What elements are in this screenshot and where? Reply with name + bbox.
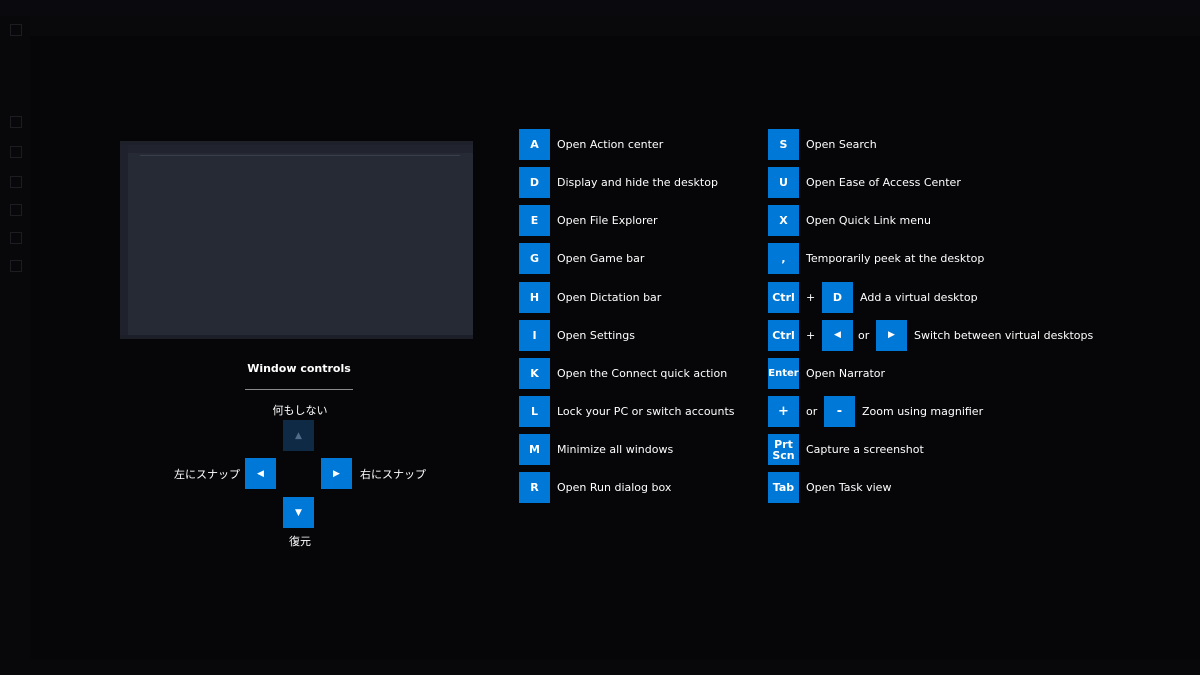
shortcut-label: Minimize all windows xyxy=(557,443,674,456)
background-status-bar xyxy=(0,659,1200,675)
key-u: U xyxy=(768,167,799,198)
triangle-right-icon: ▶ xyxy=(333,468,340,479)
shortcut-label: Open Task view xyxy=(806,481,892,494)
preview-status-bar xyxy=(120,335,473,339)
triangle-up-icon: ▲ xyxy=(295,430,302,441)
snap-left-label: 左にスナップ xyxy=(174,468,240,481)
or-operator: or xyxy=(806,405,818,418)
key-enter: Enter xyxy=(768,358,799,389)
background-account-icon xyxy=(10,260,22,272)
key-print-screen-line2: Scn xyxy=(772,448,795,462)
or-operator: or xyxy=(858,329,870,342)
background-testing-icon xyxy=(10,232,22,244)
shortcut-label: Open Game bar xyxy=(557,252,645,265)
background-remote-icon xyxy=(10,204,22,216)
background-extensions-icon xyxy=(10,176,22,188)
shortcut-label: Open Ease of Access Center xyxy=(806,176,961,189)
key-g: G xyxy=(519,243,550,274)
key-x: X xyxy=(768,205,799,236)
shortcut-label: Capture a screenshot xyxy=(806,443,924,456)
background-files-icon xyxy=(10,24,22,36)
plus-operator: + xyxy=(806,329,816,342)
triangle-down-icon: ▼ xyxy=(295,507,302,518)
restore-down-button[interactable]: ▼ xyxy=(283,497,314,528)
key-h: H xyxy=(519,282,550,313)
key-tab: Tab xyxy=(768,472,799,503)
key-i: I xyxy=(519,320,550,351)
window-controls-divider xyxy=(245,389,353,390)
key-a: A xyxy=(519,129,550,160)
background-title-bar xyxy=(0,0,1200,16)
restore-label: 復元 xyxy=(289,535,311,548)
shortcut-label: Open Settings xyxy=(557,329,635,342)
key-ctrl: Ctrl xyxy=(768,282,799,313)
snap-right-button[interactable]: ▶ xyxy=(321,458,352,489)
plus-operator: + xyxy=(806,291,816,304)
snap-up-button[interactable]: ▲ xyxy=(283,420,314,451)
key-d: D xyxy=(519,167,550,198)
key-print-screen: Prt Scn xyxy=(768,434,799,465)
shortcut-label: Lock your PC or switch accounts xyxy=(557,405,735,418)
shortcut-label: Open Action center xyxy=(557,138,664,151)
snap-left-button[interactable]: ◀ xyxy=(245,458,276,489)
key-e: E xyxy=(519,205,550,236)
triangle-right-icon: ▶ xyxy=(888,330,895,340)
background-tab-bar xyxy=(30,16,1200,36)
background-search-icon xyxy=(10,116,22,128)
key-ctrl: Ctrl xyxy=(768,320,799,351)
shortcut-label: Add a virtual desktop xyxy=(860,291,978,304)
shortcut-label: Open File Explorer xyxy=(557,214,658,227)
triangle-left-icon: ◀ xyxy=(257,468,264,479)
shortcut-label: Open Narrator xyxy=(806,367,886,380)
preview-editor-line xyxy=(140,155,460,156)
key-comma: , xyxy=(768,243,799,274)
shortcut-label: Open the Connect quick action xyxy=(557,367,728,380)
key-l: L xyxy=(519,396,550,427)
snap-up-label: 何もしない xyxy=(272,404,328,417)
preview-tab-bar xyxy=(128,145,473,153)
key-right-arrow: ▶ xyxy=(876,320,907,351)
key-plus: + xyxy=(768,396,799,427)
shortcut-label: Zoom using magnifier xyxy=(862,405,984,418)
background-activity-bar xyxy=(0,16,30,659)
shortcut-label: Open Quick Link menu xyxy=(806,214,931,227)
background-source-control-icon xyxy=(10,146,22,158)
key-d: D xyxy=(822,282,853,313)
snap-right-label: 右にスナップ xyxy=(360,468,426,481)
window-preview-thumbnail xyxy=(120,141,473,339)
key-s: S xyxy=(768,129,799,160)
shortcut-label: Switch between virtual desktops xyxy=(914,329,1094,342)
key-r: R xyxy=(519,472,550,503)
shortcut-label: Temporarily peek at the desktop xyxy=(806,252,985,265)
key-print-screen-line1: Prt xyxy=(774,437,793,451)
key-minus: - xyxy=(824,396,855,427)
preview-activity-bar xyxy=(120,145,128,335)
key-k: K xyxy=(519,358,550,389)
shortcut-label: Open Search xyxy=(806,138,877,151)
key-m: M xyxy=(519,434,550,465)
shortcut-label: Display and hide the desktop xyxy=(557,176,718,189)
shortcut-label: Open Dictation bar xyxy=(557,291,662,304)
window-controls-title: Window controls xyxy=(247,362,351,375)
key-left-arrow: ◀ xyxy=(822,320,853,351)
triangle-left-icon: ◀ xyxy=(834,330,841,340)
shortcut-label: Open Run dialog box xyxy=(557,481,672,494)
